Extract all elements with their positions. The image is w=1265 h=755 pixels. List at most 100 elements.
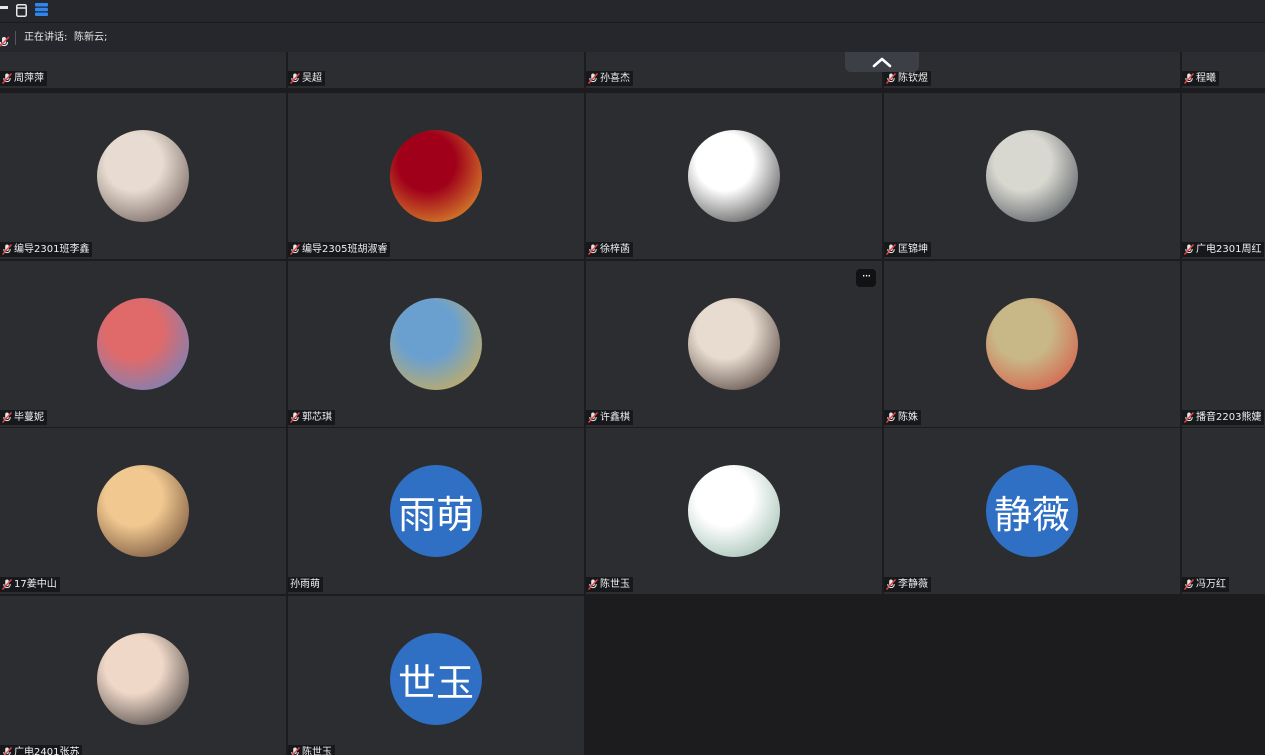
participant-name-tag: 编导2301班李鑫 — [0, 242, 93, 257]
muted-mic-icon — [291, 747, 300, 755]
avatar-initials: 静薇 — [986, 465, 1078, 557]
participant-name: 孙雨萌 — [290, 579, 320, 590]
muted-mic-icon — [290, 412, 300, 423]
speaking-label: 正在讲话: — [24, 32, 68, 43]
muted-mic-icon — [1184, 412, 1194, 423]
participant-name: 陈世玉 — [302, 747, 332, 755]
participant-tile[interactable]: 编导2305班胡淑睿 — [288, 93, 584, 259]
participant-name-tag: 广电2401张苏 — [0, 745, 83, 755]
avatar — [97, 298, 189, 390]
participant-name: 陈钦煜 — [898, 73, 928, 84]
participant-name: 匡锦坤 — [898, 244, 928, 255]
avatar — [688, 298, 780, 390]
muted-mic-icon — [290, 73, 300, 84]
participant-tile[interactable]: 陈世玉 — [586, 428, 882, 594]
participant-name-tag: 徐梓菡 — [586, 242, 633, 257]
participant-name: 冯万红 — [1196, 579, 1226, 590]
participant-name-tag: 陈姝 — [884, 410, 921, 425]
participant-name: 徐梓菡 — [600, 244, 630, 255]
chevron-up-icon — [872, 57, 892, 68]
participant-name: 广电2301周红 — [1196, 244, 1262, 255]
avatar — [97, 130, 189, 222]
avatar — [97, 633, 189, 725]
participant-tile[interactable]: 吴超 — [288, 52, 584, 88]
muted-mic-icon — [886, 244, 896, 255]
avatar — [986, 130, 1078, 222]
minimize-icon[interactable] — [0, 6, 8, 9]
participant-name: 陈姝 — [898, 412, 918, 423]
participant-name-tag: 冯万红 — [1182, 577, 1229, 592]
participant-name-tag: 郭芯琪 — [288, 410, 335, 425]
participant-tile[interactable]: 匡锦坤 — [884, 93, 1180, 259]
participant-tile[interactable]: 周萍萍 — [0, 52, 286, 88]
participant-name-tag: 播音2203熊婕 — [1182, 410, 1265, 425]
muted-mic-icon — [2, 579, 12, 590]
muted-mic-icon — [2, 412, 12, 423]
avatar — [688, 130, 780, 222]
participant-tile[interactable]: 许鑫棋 ··· — [586, 261, 882, 427]
participant-tile[interactable]: 静薇李静薇 — [884, 428, 1180, 594]
participant-tile[interactable]: 17姜中山 — [0, 428, 286, 594]
participant-name-tag: 李静薇 — [884, 577, 931, 592]
muted-mic-icon — [1184, 73, 1194, 84]
participant-name-tag: 匡锦坤 — [884, 242, 931, 257]
participant-name: 毕蔓妮 — [14, 412, 44, 423]
participant-tile[interactable]: 雨萌孙雨萌 — [288, 428, 584, 594]
participant-name-tag: 陈世玉 — [288, 745, 335, 755]
participant-tile[interactable]: 陈姝 — [884, 261, 1180, 427]
participant-name-tag: 毕蔓妮 — [0, 410, 47, 425]
speaking-indicator-bar: 正在讲话: 陈新云; — [0, 23, 1265, 52]
divider — [15, 31, 16, 45]
participant-tile[interactable]: 孙喜杰 — [586, 52, 882, 88]
participant-tile[interactable]: 郭芯琪 — [288, 261, 584, 427]
participant-name: 编导2305班胡淑睿 — [302, 244, 388, 255]
muted-mic-icon — [886, 579, 896, 590]
participant-name: 播音2203熊婕 — [1196, 412, 1262, 423]
participant-name: 周萍萍 — [14, 73, 44, 84]
avatar — [986, 298, 1078, 390]
participant-tile[interactable]: 徐梓菡 — [586, 93, 882, 259]
participant-name-tag: 编导2305班胡淑睿 — [288, 242, 391, 257]
gallery-layout-icon[interactable] — [35, 1, 48, 20]
muted-mic-icon — [588, 244, 598, 255]
window-toolbar — [0, 0, 1265, 23]
avatar — [688, 465, 780, 557]
participant-tile[interactable]: 陈钦煜 — [884, 52, 1180, 88]
participant-name-tag: 孙雨萌 — [288, 577, 323, 592]
avatar — [390, 298, 482, 390]
participant-tile[interactable]: 毕蔓妮 — [0, 261, 286, 427]
participant-name: 许鑫棋 — [600, 412, 630, 423]
participant-tile[interactable]: 广电2301周红 — [1182, 93, 1265, 259]
muted-mic-icon — [2, 73, 12, 84]
muted-mic-icon — [886, 412, 896, 423]
participant-tile[interactable]: 播音2203熊婕 — [1182, 261, 1265, 427]
participant-tile[interactable]: 世玉陈世玉 — [288, 596, 584, 755]
avatar — [390, 130, 482, 222]
muted-mic-icon — [2, 244, 12, 255]
avatar — [97, 465, 189, 557]
speaking-name: 陈新云; — [74, 32, 108, 43]
participant-name-tag: 吴超 — [288, 71, 325, 86]
participant-name-tag: 陈世玉 — [586, 577, 633, 592]
muted-mic-icon — [588, 73, 598, 84]
participant-tile[interactable]: 编导2301班李鑫 — [0, 93, 286, 259]
muted-mic-icon — [588, 412, 598, 423]
participant-name: 程曦 — [1196, 73, 1216, 84]
avatar-initials: 雨萌 — [390, 465, 482, 557]
muted-mic-icon — [3, 747, 12, 755]
participant-name: 吴超 — [302, 73, 322, 84]
more-options-button[interactable]: ··· — [856, 269, 876, 287]
participant-tile[interactable]: 冯万红 — [1182, 428, 1265, 594]
participant-name-tag: 许鑫棋 — [586, 410, 633, 425]
collapse-toolbar-button[interactable] — [845, 52, 919, 72]
participant-name: 编导2301班李鑫 — [14, 244, 90, 255]
muted-mic-icon — [1184, 579, 1194, 590]
participant-name-tag: 广电2301周红 — [1182, 242, 1265, 257]
participant-tile[interactable]: 程曦 — [1182, 52, 1265, 88]
participant-tile[interactable]: 广电2401张苏 — [0, 596, 286, 755]
avatar-initials: 世玉 — [390, 633, 482, 725]
participant-name-tag: 17姜中山 — [0, 577, 60, 592]
window-icon[interactable] — [16, 2, 27, 21]
participant-video-grid: 周萍萍 吴超 孙喜杰 陈钦煜 程曦 编导2301班李鑫 编导2305班胡淑睿 徐梓菡 匡锦坤 广电… — [0, 52, 1265, 755]
participant-name: 孙喜杰 — [600, 73, 630, 84]
